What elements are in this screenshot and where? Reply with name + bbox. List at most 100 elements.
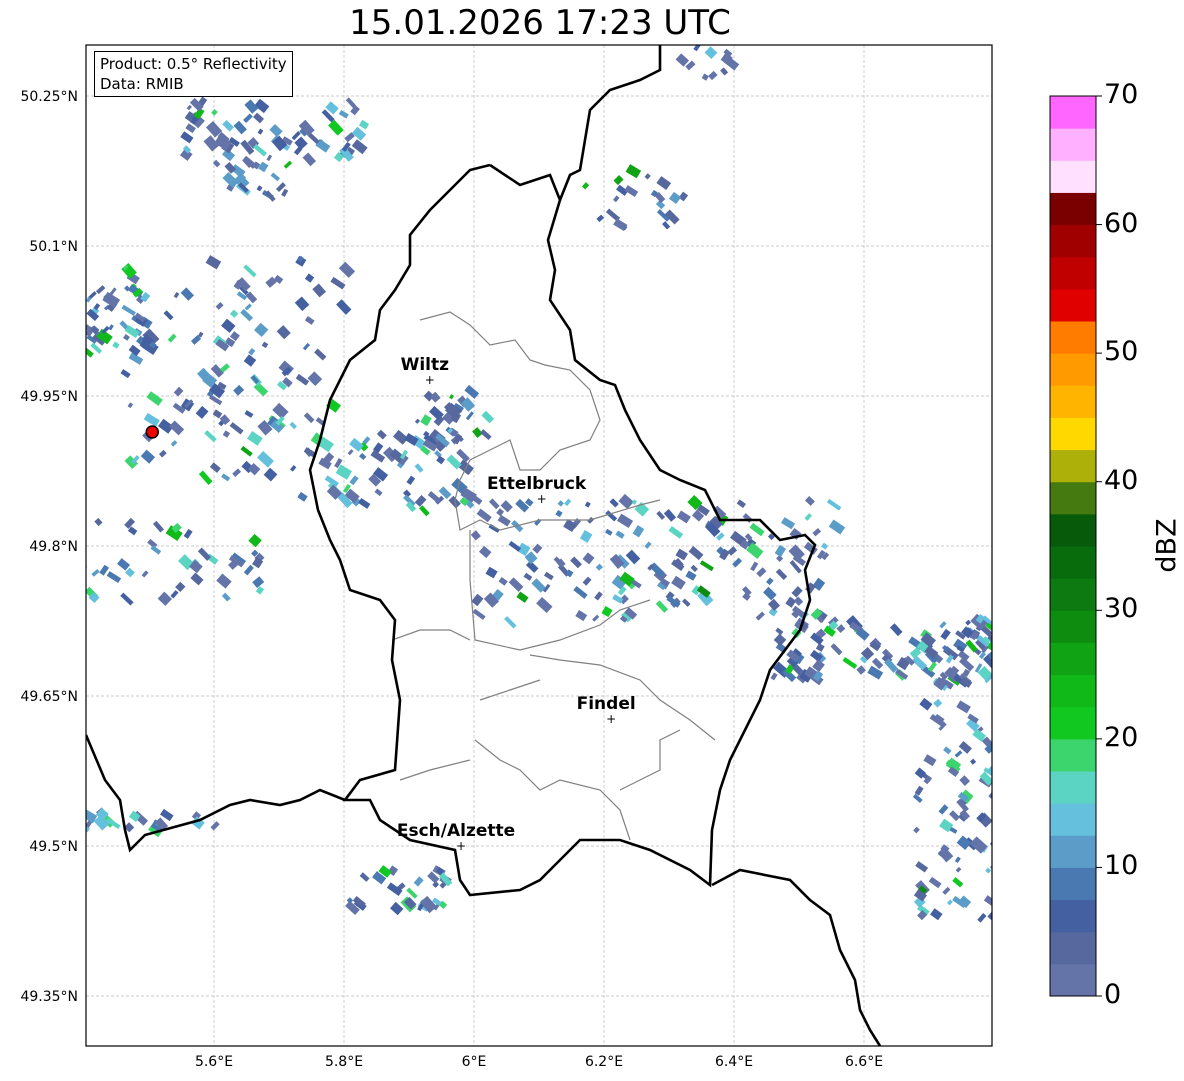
- echo-cell: [180, 131, 194, 144]
- echo-cell: [470, 530, 481, 541]
- echo-cell: [605, 528, 613, 536]
- echo-cell: [127, 402, 134, 409]
- echo-cell: [970, 758, 977, 765]
- echo-cell: [615, 530, 625, 539]
- echo-cell: [555, 509, 563, 518]
- echo-cell: [414, 463, 424, 473]
- echo-cell: [173, 386, 184, 397]
- echo-cell: [965, 619, 972, 626]
- echo-cell: [276, 325, 291, 340]
- radar-map[interactable]: +Wiltz+Ettelbruck+Findel+Esch/Alzette 5.…: [0, 0, 1184, 1081]
- city-label: Wiltz: [401, 355, 450, 375]
- echo-cell: [244, 99, 259, 114]
- echo-cell: [594, 591, 603, 601]
- colorbar-swatch: [1050, 417, 1096, 451]
- echo-cell: [414, 495, 427, 507]
- echo-cell: [741, 586, 752, 596]
- echo-cell: [294, 136, 308, 150]
- echo-cell: [681, 598, 691, 607]
- echo-cell: [389, 901, 404, 916]
- echo-cell: [774, 544, 787, 558]
- echo-cell: [595, 563, 603, 571]
- echo-cell: [943, 746, 952, 755]
- echo-cell: [656, 510, 666, 520]
- echo-cell: [532, 543, 543, 554]
- colorbar-tick-label: 50: [1104, 336, 1139, 368]
- echo-cell: [211, 109, 218, 116]
- echo-cell: [349, 475, 359, 486]
- colorbar-swatch: [1050, 963, 1096, 997]
- echo-cell: [867, 665, 884, 680]
- echo-cell: [347, 449, 354, 456]
- echo-cell: [987, 909, 992, 924]
- colorbar-tick-label: 20: [1104, 721, 1139, 753]
- city-marker-icon: +: [456, 839, 466, 853]
- echo-cell: [775, 568, 788, 580]
- data-source-label: Data: RMIB: [100, 75, 184, 93]
- echo-cell: [676, 510, 691, 524]
- echo-cell: [575, 609, 588, 622]
- germany-france-border: [711, 868, 882, 1046]
- echo-cell: [564, 498, 572, 507]
- echo-cell: [359, 872, 370, 882]
- echo-cell: [253, 143, 267, 157]
- echo-cell: [988, 791, 992, 805]
- lat-tick-label: 49.35°N: [20, 989, 78, 1005]
- colorbar-swatch: [1050, 578, 1096, 611]
- echo-cell: [592, 614, 600, 622]
- echo-cell: [557, 500, 564, 507]
- echo-cell: [261, 341, 269, 349]
- echo-cell: [688, 546, 704, 561]
- echo-cell: [269, 123, 283, 138]
- echo-cell: [449, 394, 455, 400]
- city-label: Esch/Alzette: [397, 821, 515, 841]
- echo-cell: [190, 572, 204, 586]
- echo-cell: [233, 384, 245, 396]
- echo-cell: [152, 520, 164, 533]
- echo-cell: [263, 467, 278, 482]
- echo-cell: [222, 119, 234, 132]
- echo-cell: [755, 611, 765, 621]
- echo-cell: [956, 700, 971, 714]
- echo-cell: [158, 449, 167, 458]
- echo-cell: [959, 775, 971, 786]
- echo-cell: [303, 412, 315, 424]
- echo-cell: [516, 591, 529, 603]
- echo-cell: [804, 513, 813, 521]
- echo-cell: [256, 185, 263, 192]
- echo-cell: [374, 488, 383, 497]
- echo-cell: [804, 496, 815, 506]
- echo-cell: [359, 452, 367, 461]
- echo-cell: [128, 344, 141, 357]
- echo-cell: [727, 546, 738, 556]
- echo-cell: [248, 348, 256, 356]
- colorbar-swatch: [1050, 160, 1096, 193]
- echo-cell: [243, 564, 254, 576]
- colorbar-tick-label: 0: [1104, 979, 1122, 1010]
- colorbar-swatch: [1050, 610, 1096, 643]
- echo-cell: [977, 913, 987, 923]
- lon-tick-label: 6°E: [462, 1054, 487, 1070]
- echo-cell: [351, 126, 367, 141]
- echo-cell: [671, 575, 686, 590]
- echo-cell: [376, 429, 387, 440]
- echo-cell: [146, 391, 163, 406]
- echo-cell: [124, 517, 136, 529]
- echo-cell: [77, 336, 85, 344]
- echo-cell: [616, 513, 634, 529]
- echo-cell: [243, 264, 257, 278]
- echo-cell: [205, 255, 222, 270]
- echo-cell: [272, 402, 289, 420]
- echo-cell: [812, 528, 822, 537]
- echo-cell: [94, 517, 103, 527]
- echo-cell: [749, 522, 765, 537]
- echo-cell: [175, 581, 186, 593]
- lon-tick-label: 5.8°E: [325, 1054, 363, 1070]
- echo-cell: [663, 509, 677, 522]
- colorbar-swatch: [1050, 738, 1096, 772]
- echo-cell: [298, 119, 315, 137]
- echo-cell: [427, 491, 442, 504]
- echo-cell: [221, 592, 231, 602]
- luxembourg-cantons: [619, 729, 681, 791]
- echo-cell: [222, 171, 239, 188]
